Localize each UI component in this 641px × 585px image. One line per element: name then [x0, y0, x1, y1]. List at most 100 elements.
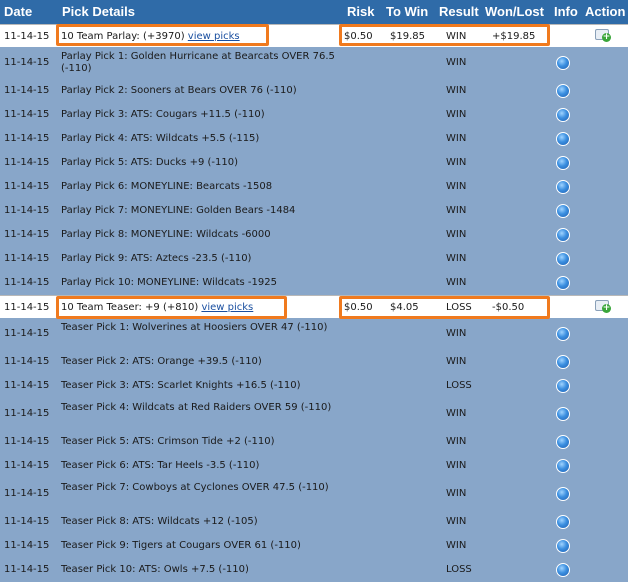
pick-date: 11-14-15 [4, 540, 50, 551]
plus-badge-icon: + [602, 303, 611, 313]
pick-date: 11-14-15 [4, 380, 50, 391]
highlight-box [339, 296, 550, 319]
pick-result: WIN [446, 436, 467, 447]
info-circle-icon[interactable] [556, 459, 570, 473]
plus-badge-icon: + [602, 32, 611, 42]
pick-row: 11-14-15 Teaser Pick 3: ATS: Scarlet Knig… [0, 374, 628, 399]
pick-date: 11-14-15 [4, 436, 50, 447]
pick-description: Teaser Pick 1: Wolverines at Hoosiers OV… [61, 322, 328, 333]
header-info: Info [554, 4, 578, 19]
pick-row: 11-14-15 Teaser Pick 9: Tigers at Cougars… [0, 534, 628, 559]
pick-result: WIN [446, 356, 467, 367]
info-circle-icon[interactable] [556, 515, 570, 529]
info-circle-icon[interactable] [556, 228, 570, 242]
bet-date: 11-14-15 [4, 302, 50, 313]
info-circle-icon[interactable] [556, 327, 570, 341]
pick-row: 11-14-15 Teaser Pick 8: ATS: Wildcats +12… [0, 510, 628, 535]
pick-description: Teaser Pick 2: ATS: Orange +39.5 (-110) [61, 356, 262, 367]
pick-row: 11-14-15 Parlay Pick 10: MONEYLINE: Wildc… [0, 271, 628, 296]
pick-description: Parlay Pick 3: ATS: Cougars +11.5 (-110) [61, 109, 265, 120]
pick-date: 11-14-15 [4, 277, 50, 288]
pick-description: Parlay Pick 9: ATS: Aztecs -23.5 (-110) [61, 253, 252, 264]
info-circle-icon[interactable] [556, 407, 570, 421]
pick-result: WIN [446, 516, 467, 527]
pick-description: Teaser Pick 9: Tigers at Cougars OVER 61… [61, 540, 301, 551]
pick-row: 11-14-15 Teaser Pick 1: Wolverines at Hoo… [0, 318, 628, 351]
pick-date: 11-14-15 [4, 205, 50, 216]
info-circle-icon[interactable] [556, 355, 570, 369]
add-ticket-icon[interactable]: + [595, 29, 611, 42]
pick-date: 11-14-15 [4, 157, 50, 168]
pick-date: 11-14-15 [4, 109, 50, 120]
info-circle-icon[interactable] [556, 180, 570, 194]
header-date: Date [4, 4, 33, 19]
pick-description: Teaser Pick 10: ATS: Owls +7.5 (-110) [61, 564, 249, 575]
bet-date: 11-14-15 [4, 31, 50, 42]
pick-row: 11-14-15 Parlay Pick 9: ATS: Aztecs -23.5… [0, 247, 628, 272]
pick-description: Teaser Pick 5: ATS: Crimson Tide +2 (-11… [61, 436, 275, 447]
pick-row: 11-14-15 Teaser Pick 4: Wildcats at Red R… [0, 398, 628, 431]
pick-date: 11-14-15 [4, 564, 50, 575]
pick-description: Parlay Pick 2: Sooners at Bears OVER 76 … [61, 85, 297, 96]
pick-date: 11-14-15 [4, 181, 50, 192]
pick-result: WIN [446, 85, 467, 96]
pick-result: WIN [446, 181, 467, 192]
pick-description: Teaser Pick 4: Wildcats at Red Raiders O… [61, 402, 332, 413]
pick-description: Parlay Pick 4: ATS: Wildcats +5.5 (-115) [61, 133, 260, 144]
pick-row: 11-14-15 Parlay Pick 5: ATS: Ducks +9 (-1… [0, 151, 628, 176]
info-circle-icon[interactable] [556, 379, 570, 393]
pick-row: 11-14-15 Teaser Pick 7: Cowboys at Cyclon… [0, 478, 628, 511]
pick-result: WIN [446, 109, 467, 120]
header-won-lost: Won/Lost [485, 4, 544, 19]
header-action: Action [585, 4, 626, 19]
pick-result: WIN [446, 133, 467, 144]
header-risk: Risk [347, 4, 375, 19]
table-header: Date Pick Details Risk To Win Result Won… [0, 0, 628, 24]
pick-row: 11-14-15 Teaser Pick 5: ATS: Crimson Tide… [0, 430, 628, 455]
info-circle-icon[interactable] [556, 252, 570, 266]
pick-date: 11-14-15 [4, 460, 50, 471]
info-circle-icon[interactable] [556, 204, 570, 218]
pick-description: Parlay Pick 8: MONEYLINE: Wildcats -6000 [61, 229, 271, 240]
pick-result: WIN [446, 488, 467, 499]
pick-description: Teaser Pick 6: ATS: Tar Heels -3.5 (-110… [61, 460, 260, 471]
info-circle-icon[interactable] [556, 56, 570, 70]
info-circle-icon[interactable] [556, 487, 570, 501]
info-circle-icon[interactable] [556, 435, 570, 449]
pick-row: 11-14-15 Teaser Pick 10: ATS: Owls +7.5 (… [0, 558, 628, 583]
pick-row: 11-14-15 Parlay Pick 2: Sooners at Bears … [0, 79, 628, 104]
pick-row: 11-14-15 Parlay Pick 3: ATS: Cougars +11.… [0, 103, 628, 128]
info-circle-icon[interactable] [556, 132, 570, 146]
pick-description: Parlay Pick 6: MONEYLINE: Bearcats -1508 [61, 181, 273, 192]
pick-row: 11-14-15 Parlay Pick 1: Golden Hurricane … [0, 47, 628, 80]
pick-date: 11-14-15 [4, 488, 50, 499]
header-to-win: To Win [386, 4, 429, 19]
pick-description: Parlay Pick 5: ATS: Ducks +9 (-110) [61, 157, 238, 168]
pick-date: 11-14-15 [4, 328, 50, 339]
info-circle-icon[interactable] [556, 84, 570, 98]
pick-result: WIN [446, 253, 467, 264]
pick-date: 11-14-15 [4, 57, 50, 68]
info-circle-icon[interactable] [556, 276, 570, 290]
info-circle-icon[interactable] [556, 108, 570, 122]
info-circle-icon[interactable] [556, 563, 570, 577]
pick-result: LOSS [446, 380, 472, 391]
add-ticket-icon[interactable]: + [595, 300, 611, 313]
header-pick-details: Pick Details [62, 4, 135, 19]
pick-date: 11-14-15 [4, 229, 50, 240]
pick-result: WIN [446, 277, 467, 288]
pick-date: 11-14-15 [4, 516, 50, 527]
pick-result: WIN [446, 205, 467, 216]
highlight-box [339, 24, 550, 46]
pick-result: WIN [446, 540, 467, 551]
pick-description: Teaser Pick 3: ATS: Scarlet Knights +16.… [61, 380, 301, 391]
info-circle-icon[interactable] [556, 539, 570, 553]
pick-row: 11-14-15 Parlay Pick 4: ATS: Wildcats +5.… [0, 127, 628, 152]
pick-date: 11-14-15 [4, 85, 50, 96]
pick-description: Teaser Pick 7: Cowboys at Cyclones OVER … [61, 482, 329, 493]
pick-row: 11-14-15 Parlay Pick 6: MONEYLINE: Bearca… [0, 175, 628, 200]
highlight-box [56, 24, 269, 46]
header-result: Result [439, 4, 479, 19]
pick-description: Parlay Pick 7: MONEYLINE: Golden Bears -… [61, 205, 296, 216]
info-circle-icon[interactable] [556, 156, 570, 170]
